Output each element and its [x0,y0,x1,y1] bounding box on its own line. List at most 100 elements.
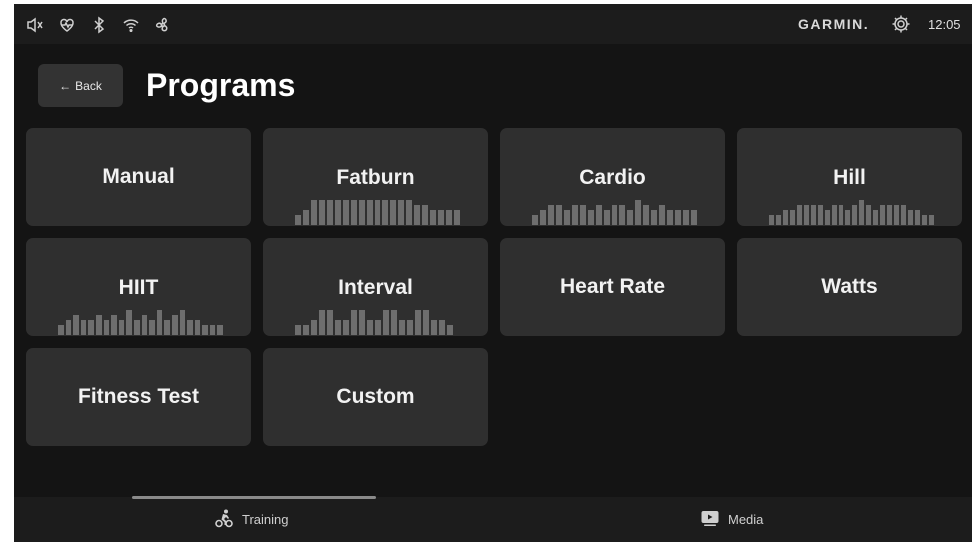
profile-bar [775,215,781,225]
program-tile-fatburn[interactable]: Fatburn [263,128,488,226]
profile-bar [627,210,634,225]
page-title: Programs [146,67,296,103]
profile-bar [375,320,381,335]
profile-bar [407,320,413,335]
profile-bar [859,200,865,225]
profile-bar [88,320,94,335]
program-label: Hill [833,166,866,189]
intensity-profile [532,197,698,225]
profile-bar [901,205,907,225]
gear-icon[interactable] [890,13,912,35]
program-label: Heart Rate [559,275,666,298]
profile-bar [334,200,341,225]
program-label: Custom [336,385,415,408]
intensity-profile [295,197,461,225]
profile-bar [164,320,170,335]
profile-bar [683,210,690,225]
bluetooth-icon[interactable] [88,14,110,36]
intensity-profile [295,307,460,335]
profile-bar [563,210,570,225]
profile-bar [915,210,920,225]
profile-bar [547,205,554,225]
profile-bar [414,205,421,225]
profile-bar [351,310,357,335]
play-icon [700,508,720,531]
profile-bar [446,210,453,225]
program-tile-watts[interactable]: Watts [737,238,962,336]
profile-bar [422,205,429,225]
program-label: HIIT [118,276,159,299]
profile-bar [374,200,381,225]
profile-bar [838,205,844,225]
program-tile-hiit[interactable]: HIIT [26,238,251,336]
profile-bar [611,205,618,225]
program-tile-heart-rate[interactable]: Heart Rate [500,238,725,336]
profile-bar [595,205,602,225]
profile-bar [382,200,389,225]
profile-bar [303,325,309,335]
program-tile-hill[interactable]: Hill [737,128,962,226]
profile-bar [431,320,437,335]
profile-bar [58,325,64,335]
profile-bar [295,215,301,225]
profile-bar [603,210,610,225]
profile-bar [343,320,349,335]
nav-tab-media[interactable]: Media [700,497,763,542]
profile-bar [310,200,317,225]
profile-bar [852,205,858,225]
profile-bar [908,210,914,225]
fan-icon[interactable] [152,14,174,36]
nav-tab-training[interactable]: Training [214,497,288,542]
profile-bar [803,205,809,225]
heart-rate-icon[interactable] [56,14,78,36]
profile-bar [430,210,437,225]
profile-bar [367,320,373,335]
profile-bar [635,200,642,225]
profile-bar [423,310,429,335]
profile-bar [539,210,546,225]
bottom-nav: Training Media [14,497,972,542]
profile-bar [311,320,317,335]
profile-bar [80,320,87,335]
program-tile-custom[interactable]: Custom [263,348,488,446]
profile-bar [202,325,208,335]
profile-bar [359,310,365,335]
profile-bar [817,205,823,225]
profile-bar [118,320,125,335]
profile-bar [209,325,216,335]
profile-bar [390,200,397,225]
profile-bar [831,205,837,225]
profile-bar [454,210,461,225]
profile-bar [133,320,140,335]
program-tile-manual[interactable]: Manual [26,128,251,226]
profile-bar [675,210,682,225]
profile-bar [824,210,830,225]
wifi-icon[interactable] [120,14,142,36]
profile-bar [399,320,405,335]
program-label: Watts [821,275,878,298]
back-button[interactable]: ← Back [38,64,123,107]
profile-bar [415,310,421,335]
profile-bar [358,200,365,225]
profile-bar [667,210,674,225]
profile-bar [194,320,201,335]
profile-bar [126,310,132,335]
profile-bar [111,315,117,335]
nav-label: Media [728,512,764,527]
intensity-profile [58,307,224,335]
program-tile-fitness-test[interactable]: Fitness Test [26,348,251,446]
profile-bar [391,310,397,335]
profile-bar [894,205,900,225]
profile-bar [651,210,658,225]
profile-bar [73,315,79,335]
profile-bar [335,320,341,335]
volume-icon[interactable] [24,14,46,36]
program-tile-interval[interactable]: Interval [263,238,488,336]
device-screen: GARMIN. 12:05 ← Back Programs Manual Fat… [14,4,972,542]
profile-bar [65,320,72,335]
profile-bar [845,210,851,225]
profile-bar [928,215,934,225]
program-label: Cardio [579,166,646,189]
profile-bar [103,320,110,335]
program-tile-cardio[interactable]: Cardio [500,128,725,226]
